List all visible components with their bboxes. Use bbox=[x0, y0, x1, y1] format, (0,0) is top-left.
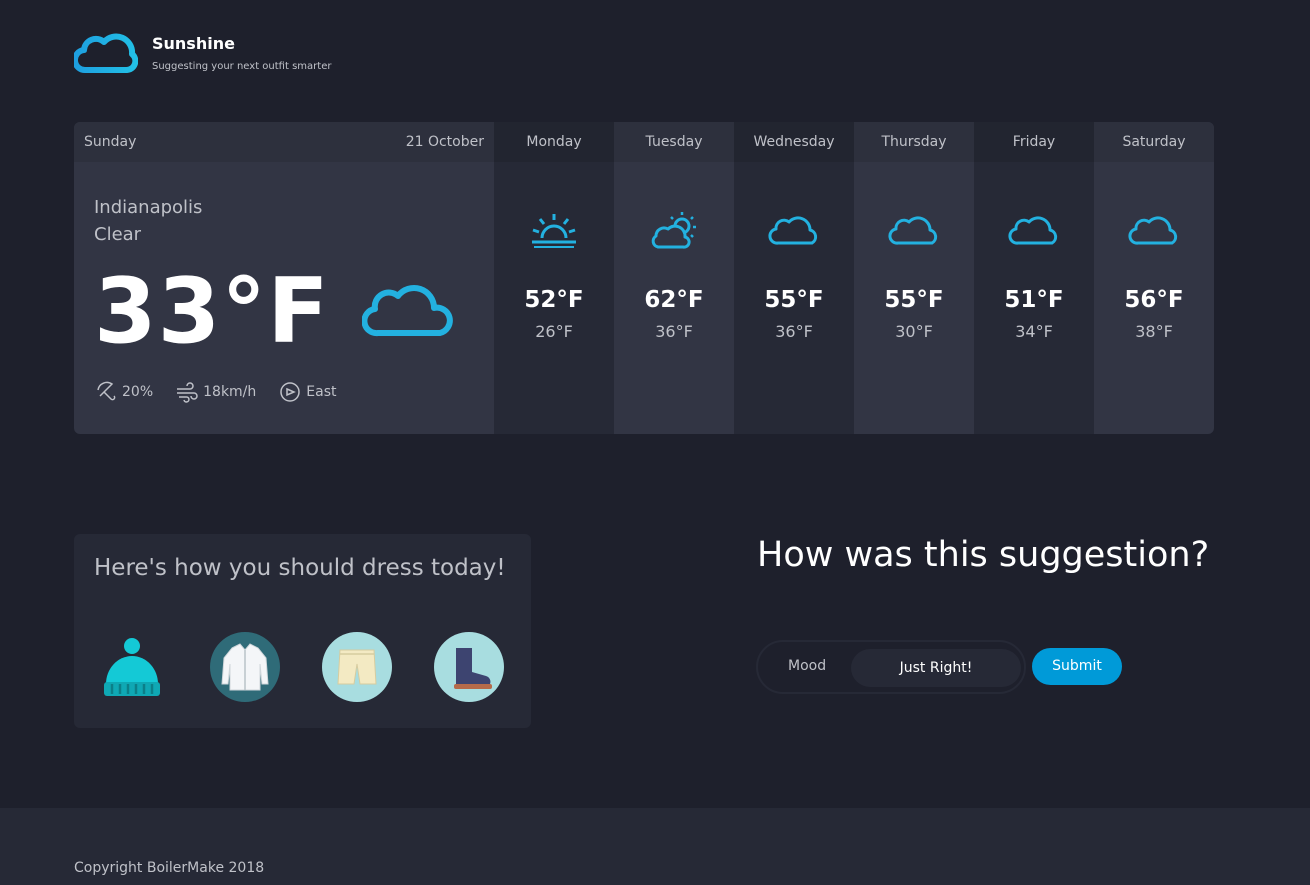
wind-icon bbox=[177, 382, 198, 403]
forecast-high: 51°F bbox=[1004, 287, 1064, 313]
forecast-table: Sunday 21 October Indianapolis Clear 33°… bbox=[74, 122, 1214, 434]
footer: Copyright BoilerMake 2018 bbox=[0, 808, 1310, 885]
forecast-low: 30°F bbox=[895, 322, 933, 341]
wind-direction-value: East bbox=[306, 384, 337, 400]
forecast-day-name: Thursday bbox=[854, 122, 974, 162]
forecast-low: 26°F bbox=[535, 322, 573, 341]
partly-cloudy-icon bbox=[651, 212, 696, 249]
forecast-day-name: Monday bbox=[494, 122, 614, 162]
today-date: 21 October bbox=[405, 134, 484, 150]
feedback-title: How was this suggestion? bbox=[757, 535, 1210, 575]
brand: Sunshine Suggesting your next outfit sma… bbox=[74, 32, 331, 74]
shorts-icon bbox=[322, 632, 392, 702]
compass-icon bbox=[280, 382, 301, 402]
boot-icon bbox=[434, 632, 504, 702]
precipitation: 20% bbox=[94, 380, 153, 404]
outfit-title: Here's how you should dress today! bbox=[94, 555, 506, 581]
forecast-low: 34°F bbox=[1015, 322, 1053, 341]
location: Indianapolis Clear bbox=[94, 194, 202, 248]
cloud-icon bbox=[362, 285, 453, 337]
mood-select[interactable]: Just Right! bbox=[851, 649, 1021, 687]
forecast-day-saturday: Saturday 56°F 38°F bbox=[1094, 122, 1214, 434]
wind-speed-value: 18km/h bbox=[203, 384, 257, 400]
cloud-icon[interactable] bbox=[74, 32, 138, 74]
forecast-high: 62°F bbox=[644, 287, 704, 313]
forecast-day-monday: Monday 52°F 26°F bbox=[494, 122, 614, 434]
cloud-icon bbox=[888, 216, 938, 245]
forecast-high: 55°F bbox=[764, 287, 824, 313]
forecast-low: 36°F bbox=[775, 322, 813, 341]
mood-control: Mood Just Right! bbox=[756, 640, 1026, 694]
forecast-high: 55°F bbox=[884, 287, 944, 313]
app-title: Sunshine bbox=[152, 34, 235, 53]
current-temperature: 33°F bbox=[94, 259, 330, 364]
app-tagline: Suggesting your next outfit smarter bbox=[152, 61, 332, 72]
today-day: Sunday bbox=[84, 134, 137, 150]
beanie-icon bbox=[104, 638, 160, 696]
forecast-day-name: Friday bbox=[974, 122, 1094, 162]
forecast-high: 56°F bbox=[1124, 287, 1184, 313]
copyright-text: Copyright BoilerMake 2018 bbox=[74, 860, 265, 876]
forecast-day-wednesday: Wednesday 55°F 36°F bbox=[734, 122, 854, 434]
sunrise-icon bbox=[532, 214, 576, 248]
cloud-icon bbox=[1008, 216, 1058, 245]
cloud-icon bbox=[768, 216, 818, 245]
umbrella-icon bbox=[97, 381, 116, 401]
submit-button[interactable]: Submit bbox=[1032, 648, 1122, 685]
forecast-day-name: Wednesday bbox=[734, 122, 854, 162]
mood-label: Mood bbox=[788, 658, 827, 674]
weather-meta: 20% 18km/h East bbox=[94, 380, 359, 404]
outfit-items bbox=[98, 632, 546, 702]
forecast-low: 36°F bbox=[655, 322, 693, 341]
forecast-day-friday: Friday 51°F 34°F bbox=[974, 122, 1094, 434]
cloud-icon bbox=[1128, 216, 1178, 245]
wind-direction: East bbox=[278, 380, 337, 404]
forecast-high: 52°F bbox=[524, 287, 584, 313]
wind-speed: 18km/h bbox=[175, 380, 256, 404]
today-header: Sunday 21 October bbox=[74, 122, 494, 162]
forecast-day-name: Tuesday bbox=[614, 122, 734, 162]
forecast-low: 38°F bbox=[1135, 322, 1173, 341]
today-panel: Sunday 21 October Indianapolis Clear 33°… bbox=[74, 122, 494, 434]
condition-text: Clear bbox=[94, 224, 142, 245]
jacket-icon bbox=[210, 632, 280, 702]
outfit-card: Here's how you should dress today! bbox=[74, 534, 531, 728]
forecast-day-thursday: Thursday 55°F 30°F bbox=[854, 122, 974, 434]
forecast-day-tuesday: Tuesday 62°F 36°F bbox=[614, 122, 734, 434]
city-name: Indianapolis bbox=[94, 197, 203, 218]
precipitation-value: 20% bbox=[122, 384, 154, 400]
forecast-day-name: Saturday bbox=[1094, 122, 1214, 162]
